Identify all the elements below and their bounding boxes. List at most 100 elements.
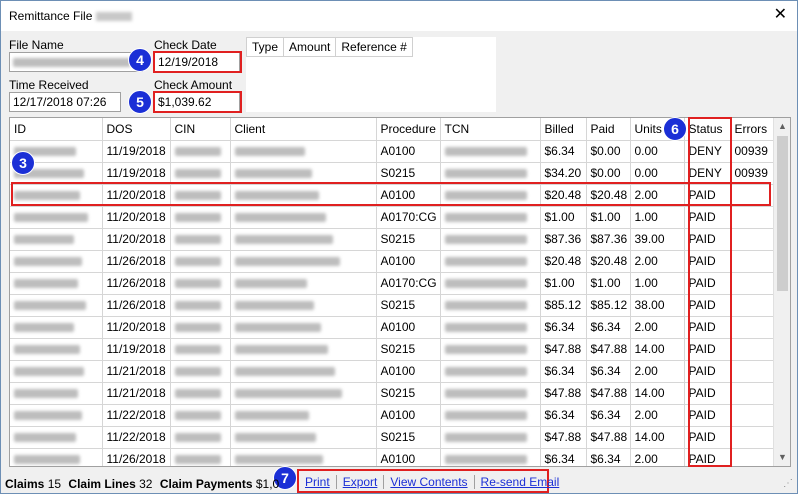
- cell-units: 14.00: [630, 426, 685, 449]
- export-link[interactable]: Export: [337, 475, 385, 489]
- col-cin[interactable]: CIN: [170, 118, 231, 141]
- redacted-value: [14, 345, 80, 355]
- cell-procedure: S0215: [376, 426, 441, 449]
- cell-dos: 11/20/2018: [102, 184, 171, 207]
- redacted-value: [444, 191, 527, 201]
- redacted-value: [174, 323, 221, 333]
- redacted-value: [14, 389, 78, 399]
- col-procedure[interactable]: Procedure: [376, 118, 441, 141]
- cell-procedure: A0170:CG: [376, 206, 441, 229]
- table-row[interactable]: 11/19/2018 A0100 $6.34 $0.00 0.00 DENY 00939: [10, 140, 775, 163]
- table-row[interactable]: 11/19/2018 S0215 $47.88 $47.88 14.00 PAID: [10, 338, 775, 361]
- cell-paid: $6.34: [586, 316, 631, 339]
- redacted-value: [234, 235, 333, 245]
- check-date-field[interactable]: 12/19/2018: [154, 52, 240, 72]
- cell-id: [10, 184, 103, 207]
- table-row[interactable]: 11/20/2018 A0100 $20.48 $20.48 2.00 PAID: [10, 184, 775, 207]
- redacted-value: [234, 411, 309, 421]
- check-date-label: Check Date: [154, 38, 217, 52]
- redacted-value: [444, 301, 527, 311]
- redacted-value: [234, 455, 323, 465]
- cell-procedure: A0100: [376, 404, 441, 427]
- resend-email-link[interactable]: Re-send Email: [475, 475, 566, 489]
- cell-dos: 11/20/2018: [102, 228, 171, 251]
- cell-tcn: [440, 184, 541, 207]
- col-billed[interactable]: Billed: [540, 118, 587, 141]
- cell-dos: 11/19/2018: [102, 162, 171, 185]
- cell-cin: [170, 404, 231, 427]
- scroll-up-icon[interactable]: ▲: [774, 118, 790, 135]
- redacted-value: [444, 257, 527, 267]
- scroll-thumb[interactable]: [777, 136, 788, 291]
- view-contents-link[interactable]: View Contents: [384, 475, 475, 489]
- redacted-value: [234, 301, 314, 311]
- cell-id: [10, 448, 103, 466]
- redacted-value: [14, 455, 80, 465]
- col-id[interactable]: ID: [10, 118, 103, 141]
- time-received-field[interactable]: 12/17/2018 07:26: [9, 92, 121, 112]
- col-status[interactable]: Status: [684, 118, 731, 141]
- cell-units: 1.00: [630, 272, 685, 295]
- window-title-text: Remittance File: [9, 9, 93, 23]
- col-tcn[interactable]: TCN: [440, 118, 541, 141]
- table-row[interactable]: 11/22/2018 S0215 $47.88 $47.88 14.00 PAID: [10, 426, 775, 449]
- redacted-value: [444, 411, 527, 421]
- table-row[interactable]: 11/20/2018 S0215 $87.36 $87.36 39.00 PAID: [10, 228, 775, 251]
- cell-dos: 11/21/2018: [102, 382, 171, 405]
- redacted-value: [14, 213, 88, 223]
- payments-col-type[interactable]: Type: [246, 37, 285, 57]
- claims-grid[interactable]: ID DOS CIN Client Procedure TCN Billed P…: [9, 117, 791, 467]
- cell-cin: [170, 316, 231, 339]
- cell-tcn: [440, 294, 541, 317]
- table-row[interactable]: 11/21/2018 A0100 $6.34 $6.34 2.00 PAID: [10, 360, 775, 383]
- cell-status: PAID: [684, 228, 731, 251]
- redacted-value: [234, 257, 340, 267]
- print-link[interactable]: Print: [299, 475, 337, 489]
- claims-header-row: ID DOS CIN Client Procedure TCN Billed P…: [10, 118, 775, 141]
- cell-procedure: A0170:CG: [376, 272, 441, 295]
- cell-paid: $0.00: [586, 140, 631, 163]
- payments-col-amount[interactable]: Amount: [284, 37, 337, 57]
- table-row[interactable]: 11/20/2018 A0100 $6.34 $6.34 2.00 PAID: [10, 316, 775, 339]
- table-row[interactable]: 11/26/2018 A0100 $6.34 $6.34 2.00 PAID: [10, 448, 775, 466]
- redacted-value: [444, 323, 527, 333]
- vertical-scrollbar[interactable]: ▲ ▼: [773, 118, 790, 466]
- col-paid[interactable]: Paid: [586, 118, 631, 141]
- col-client[interactable]: Client: [230, 118, 377, 141]
- cell-cin: [170, 360, 231, 383]
- redacted-value: [14, 279, 78, 289]
- table-row[interactable]: 11/22/2018 A0100 $6.34 $6.34 2.00 PAID: [10, 404, 775, 427]
- cell-errors: [730, 228, 775, 251]
- redacted-value: [444, 389, 527, 399]
- cell-errors: [730, 206, 775, 229]
- cell-cin: [170, 206, 231, 229]
- cell-paid: $20.48: [586, 250, 631, 273]
- redacted-value: [234, 191, 319, 201]
- cell-dos: 11/26/2018: [102, 272, 171, 295]
- resize-grip-icon[interactable]: ⋰: [783, 478, 793, 489]
- cell-units: 1.00: [630, 206, 685, 229]
- cell-tcn: [440, 404, 541, 427]
- redacted-value: [444, 433, 527, 443]
- check-amount-field[interactable]: $1,039.62: [154, 92, 240, 112]
- table-row[interactable]: 11/19/2018 S0215 $34.20 $0.00 0.00 DENY 00939: [10, 162, 775, 185]
- table-row[interactable]: 11/26/2018 A0170:CG $1.00 $1.00 1.00 PAID: [10, 272, 775, 295]
- cell-cin: [170, 162, 231, 185]
- callout-badge-6: 6: [663, 117, 687, 141]
- file-name-field[interactable]: [9, 52, 143, 72]
- redacted-value: [14, 323, 74, 333]
- cell-client: [230, 448, 377, 466]
- table-row[interactable]: 11/26/2018 A0100 $20.48 $20.48 2.00 PAID: [10, 250, 775, 273]
- close-icon[interactable]: ✕: [774, 5, 787, 25]
- cell-billed: $6.34: [540, 140, 587, 163]
- cell-dos: 11/20/2018: [102, 206, 171, 229]
- payments-grid[interactable]: Type Amount Reference #: [246, 37, 496, 112]
- col-errors[interactable]: Errors: [730, 118, 775, 141]
- table-row[interactable]: 11/21/2018 S0215 $47.88 $47.88 14.00 PAID: [10, 382, 775, 405]
- table-row[interactable]: 11/26/2018 S0215 $85.12 $85.12 38.00 PAID: [10, 294, 775, 317]
- payments-col-reference[interactable]: Reference #: [336, 37, 413, 57]
- col-dos[interactable]: DOS: [102, 118, 171, 141]
- table-row[interactable]: 11/20/2018 A0170:CG $1.00 $1.00 1.00 PAID: [10, 206, 775, 229]
- scroll-down-icon[interactable]: ▼: [774, 449, 790, 466]
- cell-units: 2.00: [630, 448, 685, 466]
